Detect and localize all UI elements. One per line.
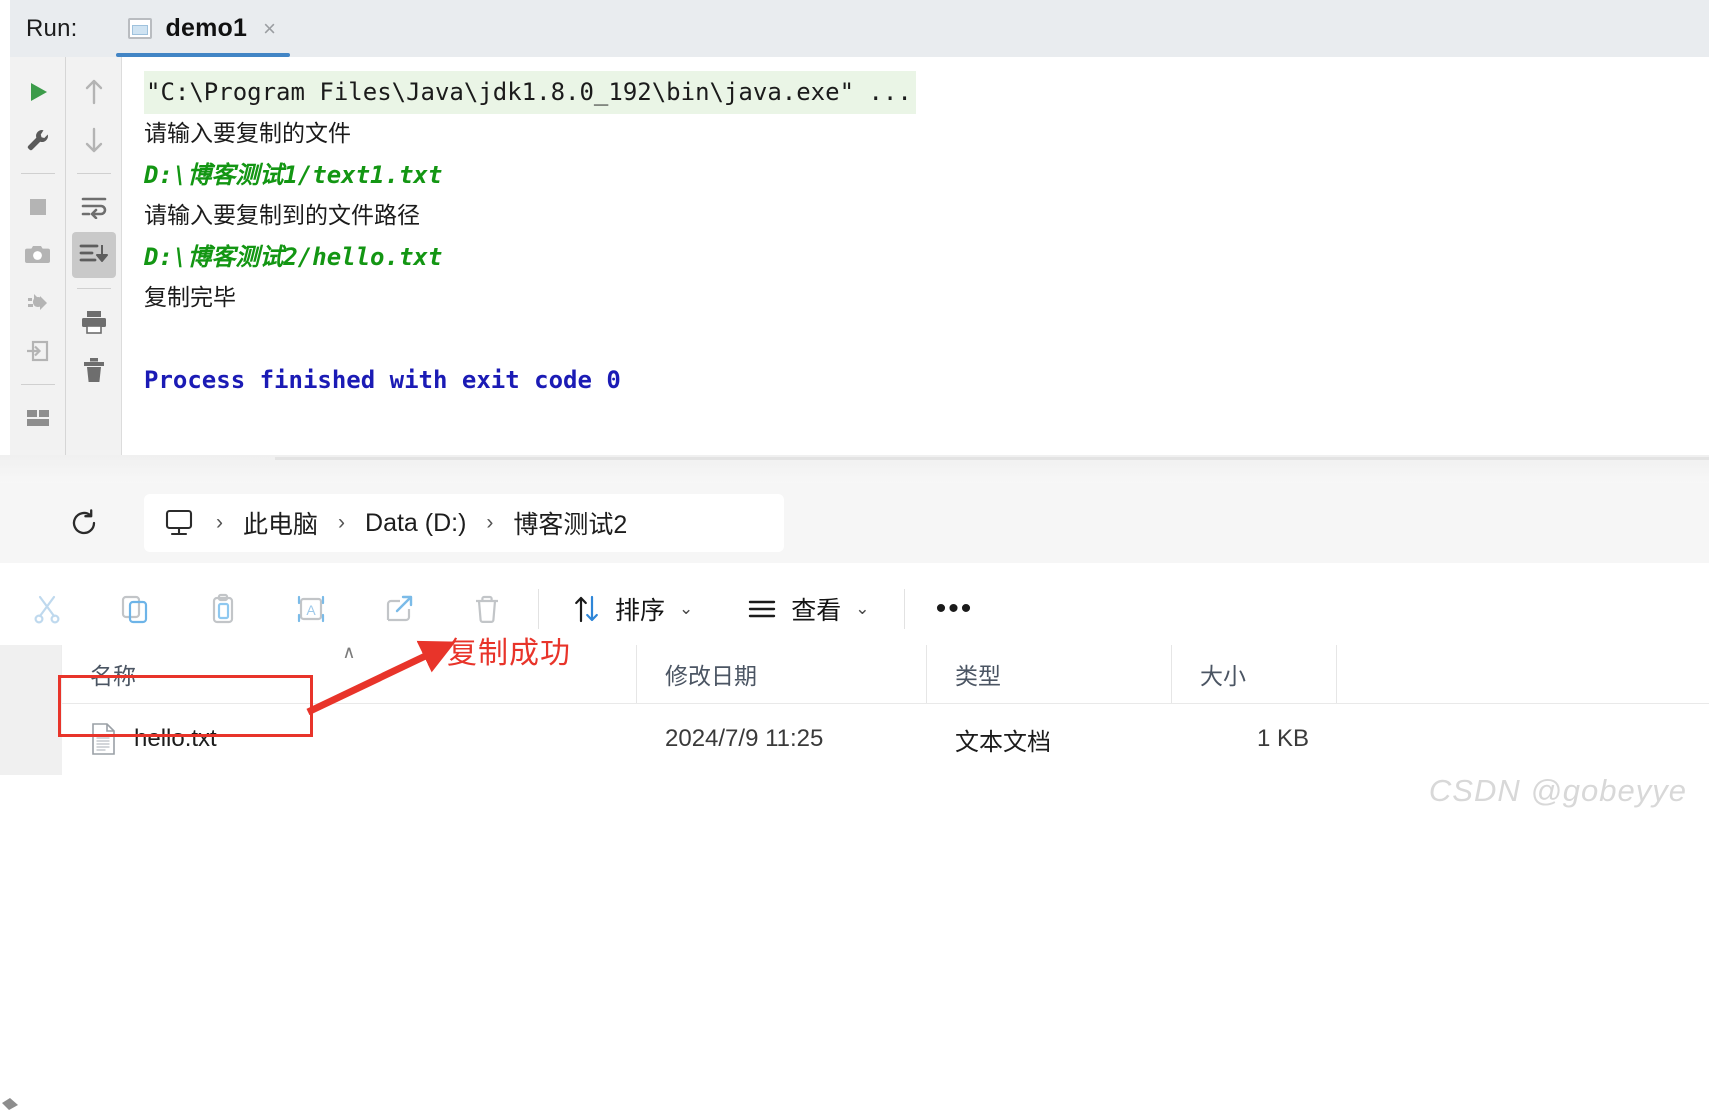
- header-gutter: [0, 645, 62, 703]
- console-line-exit: Process finished with exit code 0: [144, 366, 621, 394]
- column-header-spacer: [1337, 645, 1709, 703]
- column-header-size[interactable]: 大小: [1172, 645, 1337, 703]
- run-actions-toolbar: [10, 57, 66, 455]
- layout-icon[interactable]: [16, 395, 60, 441]
- text-file-icon: [90, 723, 116, 755]
- svg-text:A: A: [306, 602, 316, 618]
- cut-icon[interactable]: [18, 583, 76, 635]
- scroll-to-end-icon[interactable]: [71, 232, 116, 278]
- toolbar-divider-4: [76, 288, 111, 289]
- camera-icon[interactable]: [16, 232, 60, 278]
- console-line-command: "C:\Program Files\Java\jdk1.8.0_192\bin\…: [144, 71, 916, 114]
- sort-arrows-icon: [573, 594, 601, 624]
- explorer-window-top-edge: [0, 455, 1709, 483]
- file-name-cell[interactable]: hello.txt: [62, 703, 637, 775]
- copy-icon[interactable]: [106, 583, 164, 635]
- tab-demo1[interactable]: demo1 ×: [115, 0, 291, 57]
- rename-icon[interactable]: A: [282, 583, 340, 635]
- view-lines-icon: [747, 597, 777, 621]
- console-line-input-2: D:\博客测试2/hello.txt: [144, 243, 443, 271]
- annotation-text: 复制成功: [447, 637, 571, 670]
- file-date-cell: 2024/7/9 11:25: [665, 725, 824, 752]
- console-output[interactable]: "C:\Program Files\Java\jdk1.8.0_192\bin\…: [122, 57, 1709, 455]
- column-header-name-label: 名称: [90, 663, 136, 689]
- file-name-label: hello.txt: [134, 725, 217, 752]
- paste-icon[interactable]: [194, 583, 252, 635]
- wrench-icon[interactable]: [16, 117, 60, 163]
- file-explorer: › 此电脑 › Data (D:) › 博客测试2 A 排序 ⌄ 查看 ⌄ ••…: [0, 455, 1709, 1110]
- toolbar-divider: [20, 173, 55, 174]
- watermark: CSDN @gobeyye: [1428, 773, 1687, 808]
- tab-label: demo1: [165, 14, 248, 42]
- share-icon[interactable]: [370, 583, 428, 635]
- row-gutter: [0, 703, 62, 775]
- console-line-input-1: D:\博客测试1/text1.txt: [144, 161, 443, 189]
- command-bar-divider-2: [903, 589, 905, 629]
- breadcrumb-separator-3: ›: [486, 511, 494, 534]
- arrow-up-icon[interactable]: [72, 69, 116, 115]
- refresh-icon[interactable]: [62, 501, 106, 545]
- address-bar: › 此电脑 › Data (D:) › 博客测试2: [0, 483, 1709, 563]
- command-bar: A 排序 ⌄ 查看 ⌄ •••: [0, 573, 1709, 646]
- run-label: Run:: [26, 14, 78, 42]
- column-header-date[interactable]: 修改日期: [637, 645, 927, 703]
- console-actions-toolbar: [66, 57, 122, 455]
- console-line-prompt-1: 请输入要复制的文件: [144, 121, 351, 147]
- breadcrumb-separator-1: ›: [216, 511, 223, 534]
- chevron-down-icon-2: ⌄: [855, 599, 870, 618]
- rerun-icon[interactable]: [16, 69, 60, 115]
- toolbar-divider-2: [20, 384, 55, 385]
- view-button[interactable]: 查看 ⌄: [735, 583, 881, 635]
- ide-body: "C:\Program Files\Java\jdk1.8.0_192\bin\…: [10, 57, 1709, 455]
- sort-ascending-caret-icon: ∧: [342, 642, 356, 662]
- breadcrumb-item-this-pc[interactable]: 此电脑: [243, 505, 318, 541]
- sort-button[interactable]: 排序 ⌄: [561, 583, 705, 635]
- breadcrumb[interactable]: › 此电脑 › Data (D:) › 博客测试2: [144, 494, 784, 552]
- stop-icon[interactable]: [16, 184, 60, 230]
- console-line-done: 复制完毕: [144, 285, 236, 311]
- breadcrumb-item-folder[interactable]: 博客测试2: [513, 505, 627, 541]
- table-row[interactable]: hello.txt 2024/7/9 11:25 文本文档 1 KB: [0, 703, 1709, 775]
- breadcrumb-item-data-drive[interactable]: Data (D:): [365, 509, 466, 538]
- column-header-row: 名称 ∧ 修改日期 类型 大小: [0, 642, 1709, 704]
- ide-run-panel: Run: demo1 × "C:\Program Files\Java\jdk1…: [0, 0, 1709, 455]
- close-icon[interactable]: ×: [263, 17, 276, 40]
- debug-attach-icon[interactable]: [16, 280, 60, 326]
- sort-label: 排序: [615, 597, 666, 625]
- arrow-down-icon[interactable]: [72, 117, 116, 163]
- trash-icon[interactable]: [72, 347, 116, 393]
- import-icon[interactable]: [16, 328, 60, 374]
- column-header-type[interactable]: 类型: [927, 645, 1172, 703]
- breadcrumb-separator-2: ›: [338, 511, 346, 534]
- command-bar-divider-1: [538, 589, 539, 629]
- view-label: 查看: [791, 597, 842, 625]
- run-config-icon: [127, 18, 152, 39]
- ide-tab-strip: Run: demo1 ×: [10, 0, 1709, 57]
- more-options-icon[interactable]: •••: [927, 583, 983, 635]
- chevron-down-icon: ⌄: [679, 599, 694, 618]
- file-type-cell: 文本文档: [955, 728, 1051, 756]
- toolbar-divider-3: [76, 173, 111, 174]
- console-line-prompt-2: 请输入要复制到的文件路径: [144, 203, 420, 229]
- print-icon[interactable]: [72, 299, 116, 345]
- pin-shape-icon: [0, 1095, 22, 1117]
- soft-wrap-icon[interactable]: [72, 184, 116, 230]
- this-pc-monitor-icon[interactable]: [162, 507, 196, 539]
- file-size-cell: 1 KB: [1256, 725, 1309, 752]
